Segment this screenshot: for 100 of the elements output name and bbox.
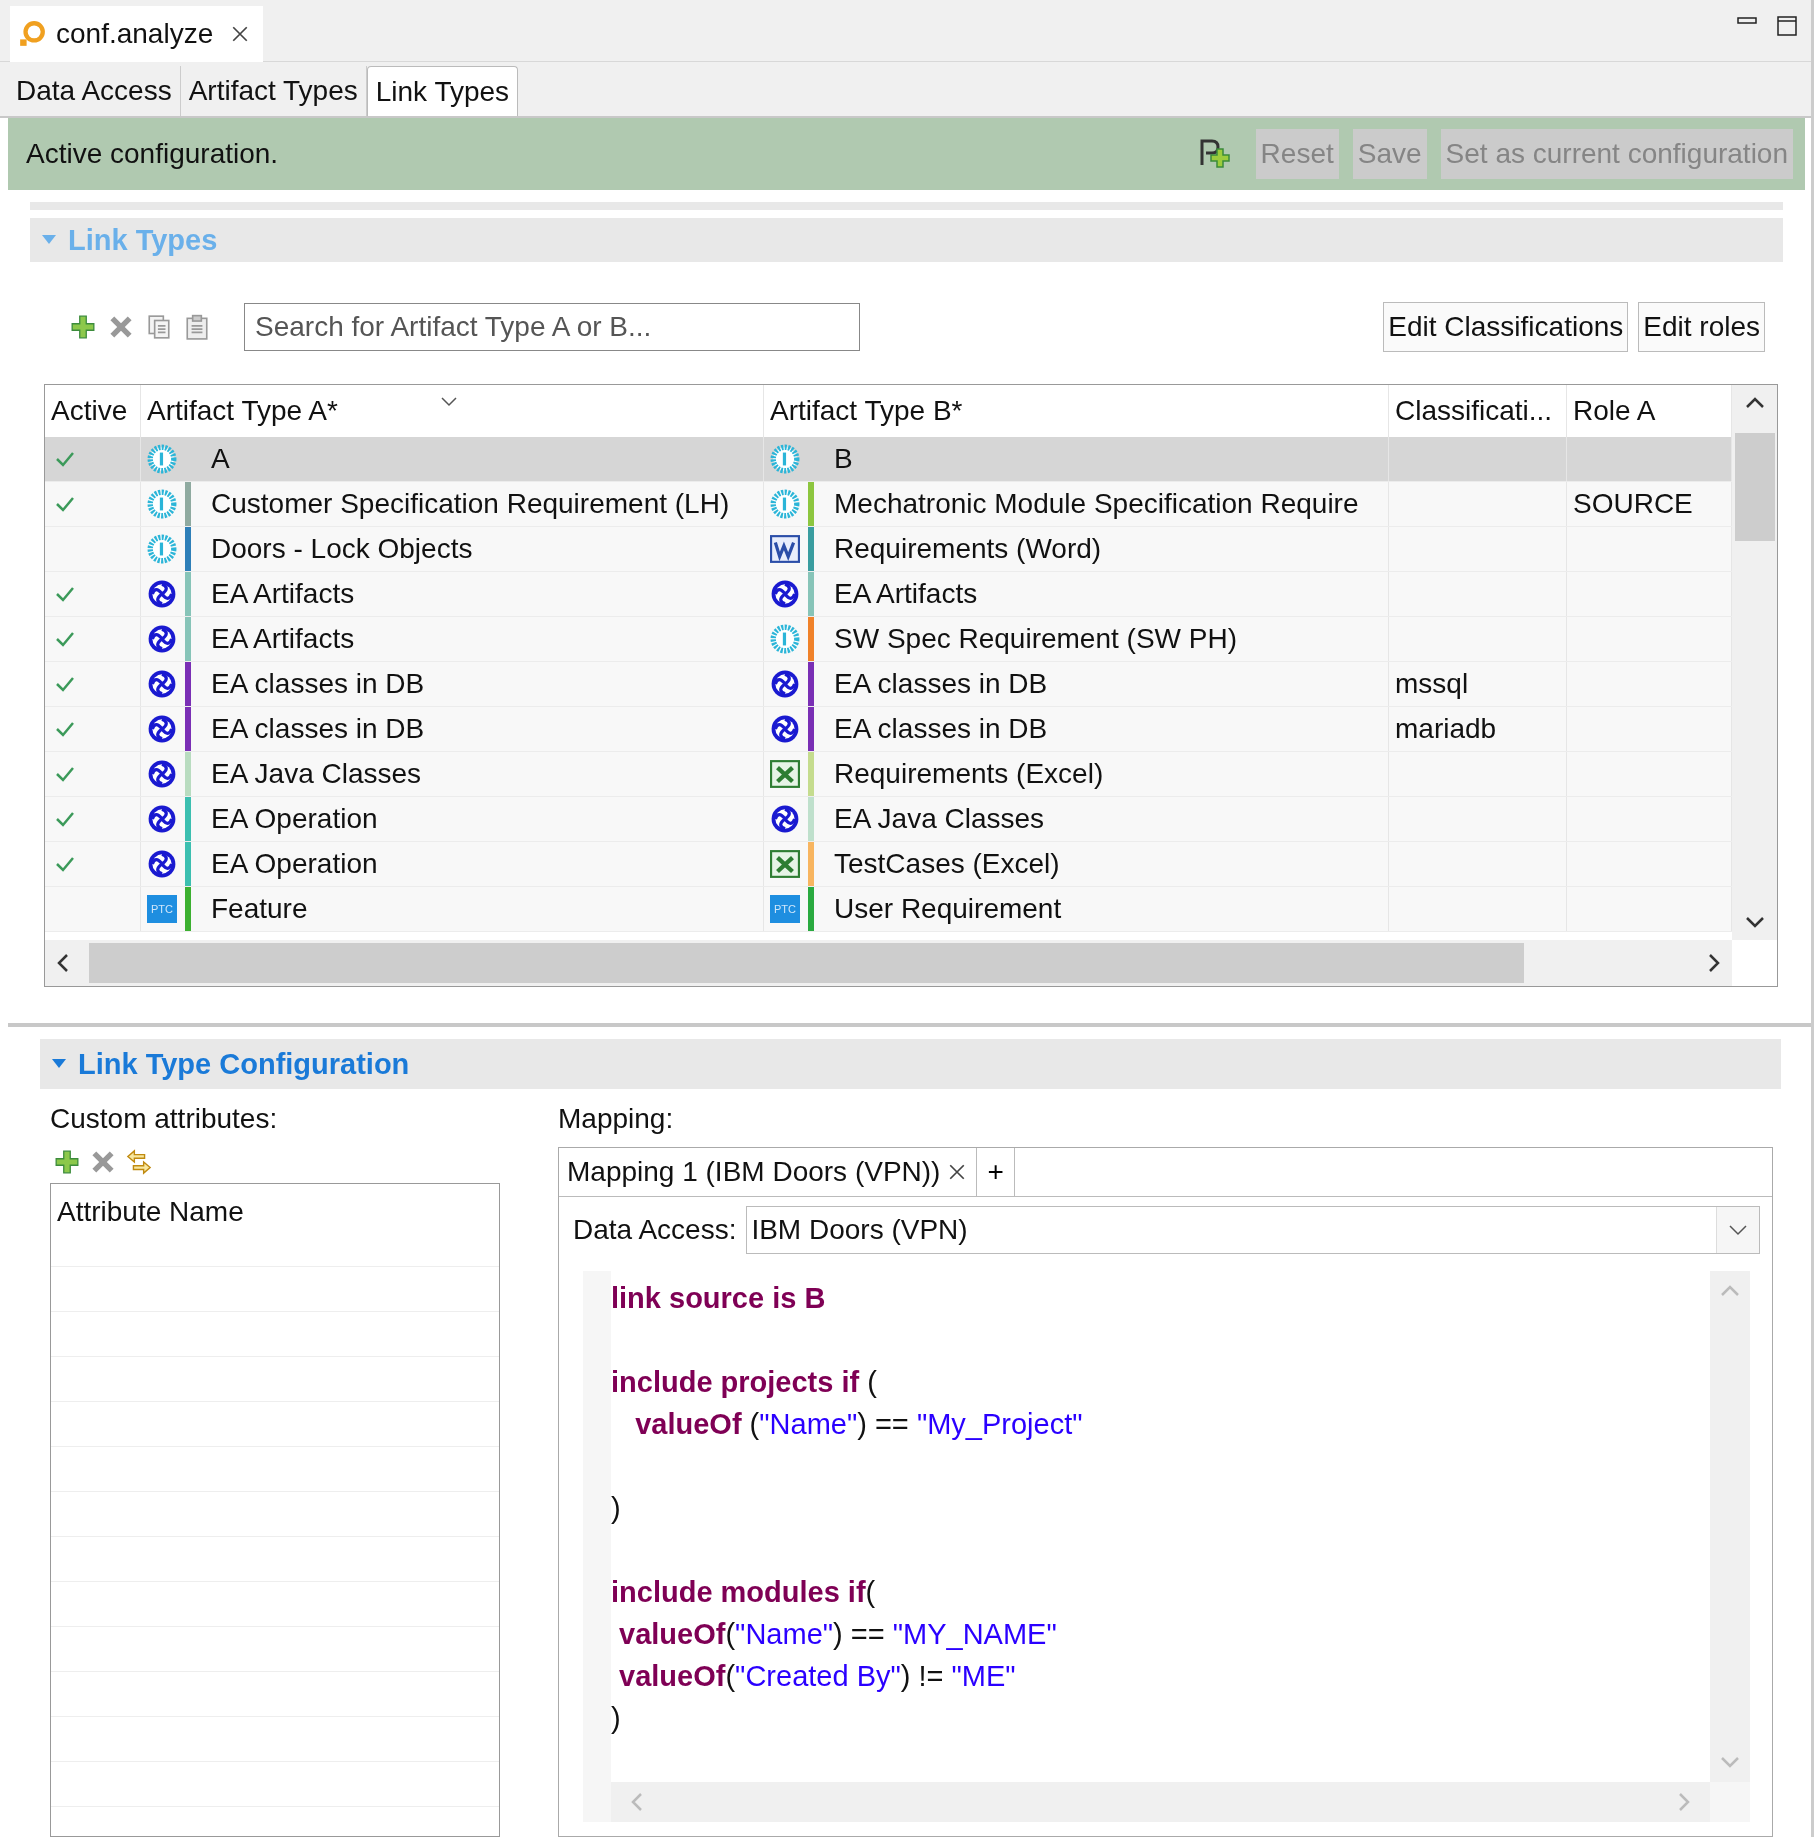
search-field[interactable]: Search for Artifact Type A or B... <box>244 303 860 351</box>
triangle-icon[interactable] <box>52 1059 66 1069</box>
magnifier-icon <box>18 19 46 48</box>
column-header[interactable]: Attribute Name <box>51 1184 499 1242</box>
table-cell: mariadb <box>1395 713 1497 745</box>
table-cell: EA classes in DB <box>211 713 425 745</box>
table-row[interactable]: EA Operation EA Java Classes <box>45 797 1732 842</box>
check-icon[interactable] <box>55 766 75 782</box>
table-cell: User Requirement <box>834 893 1062 925</box>
table-cell: EA Artifacts <box>834 578 978 610</box>
check-icon[interactable] <box>55 676 75 692</box>
delete-icon[interactable] <box>108 314 134 340</box>
swirl-icon <box>770 714 800 744</box>
table-row[interactable]: Doors - Lock Objects Requirements (Word) <box>45 527 1732 572</box>
editor-tab[interactable]: conf.analyze <box>10 5 264 62</box>
swirl-icon <box>770 804 800 834</box>
scrollbar-thumb[interactable] <box>1734 433 1775 541</box>
spreadsheet-icon <box>770 849 800 879</box>
table-cell: EA Java Classes <box>211 758 422 790</box>
swap-arrows-icon[interactable] <box>126 1149 152 1175</box>
horizontal-scrollbar[interactable] <box>45 940 1732 986</box>
table-cell: Customer Specification Requirement (LH) <box>211 488 730 520</box>
code-line: ) <box>611 1491 622 1526</box>
data-access-dropdown[interactable]: IBM Doors (VPN) <box>746 1206 1760 1254</box>
code-line: valueOf("Created By") != "ME" <box>618 1659 1017 1694</box>
editor-tab-title: conf.analyze <box>56 17 214 50</box>
table-cell: EA Operation <box>211 803 378 835</box>
table-cell: SOURCE <box>1573 488 1693 520</box>
code-line: valueOf("Name") == "MY_NAME" <box>618 1617 1058 1652</box>
chevron-down-icon[interactable] <box>1744 916 1765 928</box>
edit-button[interactable]: Edit Classifications <box>1383 302 1629 352</box>
maximize-icon[interactable] <box>1777 15 1797 36</box>
table-row[interactable]: EA classes in DB EA classes in DB mariadb <box>45 707 1732 752</box>
ring-icon <box>770 624 800 654</box>
swirl-icon <box>147 849 177 879</box>
close-icon[interactable] <box>231 24 250 43</box>
table-row[interactable]: A B <box>45 437 1732 482</box>
add-icon[interactable] <box>70 314 96 340</box>
add-icon[interactable] <box>54 1149 80 1175</box>
table-row[interactable]: Customer Specification Requirement (LH) Mechatronic Module Specification Require SOURCE <box>45 482 1732 527</box>
scrollbar-thumb[interactable] <box>89 943 1524 983</box>
table-cell: EA classes in DB <box>834 668 1048 700</box>
code-line: valueOf ("Name") == "My_Project" <box>634 1407 1084 1442</box>
swirl-icon <box>770 579 800 609</box>
table-cell: TestCases (Excel) <box>834 848 1060 880</box>
table-row[interactable]: EA classes in DB EA classes in DB mssql <box>45 662 1732 707</box>
triangle-icon[interactable] <box>42 235 56 245</box>
field-label: Data Access: <box>573 1214 737 1246</box>
swirl-icon <box>147 624 177 654</box>
check-icon[interactable] <box>55 856 75 872</box>
section-header[interactable]: Link Type Configuration <box>40 1039 1781 1089</box>
check-icon[interactable] <box>55 496 75 512</box>
field-label: Custom attributes: <box>50 1102 279 1136</box>
check-icon[interactable] <box>55 631 75 647</box>
table-cell: EA Operation <box>211 848 378 880</box>
ring-icon <box>770 489 800 519</box>
check-icon[interactable] <box>55 451 75 467</box>
paste-icon[interactable] <box>184 314 210 340</box>
table-cell: Requirements (Word) <box>834 533 1102 565</box>
delete-icon[interactable] <box>90 1149 116 1175</box>
logo-icon: PTC <box>147 895 177 923</box>
chevron-right-icon[interactable] <box>1708 953 1720 973</box>
chevron-left-icon[interactable] <box>57 953 69 973</box>
check-icon[interactable] <box>55 721 75 737</box>
chevron-down-icon[interactable] <box>1728 1224 1748 1236</box>
check-icon[interactable] <box>55 586 75 602</box>
table-cell: EA classes in DB <box>834 713 1048 745</box>
copy-icon[interactable] <box>146 314 172 340</box>
swirl-icon <box>147 714 177 744</box>
minimize-icon[interactable] <box>1737 15 1757 26</box>
table-cell: SW Spec Requirement (SW PH) <box>834 623 1237 655</box>
swirl-icon <box>147 759 177 789</box>
table-cell: EA classes in DB <box>211 668 425 700</box>
table-row[interactable]: EA Operation TestCases (Excel) <box>45 842 1732 887</box>
table-row[interactable]: EA Artifacts EA Artifacts <box>45 572 1732 617</box>
table-cell: A <box>211 443 230 475</box>
table-cell: Doors - Lock Objects <box>211 533 473 565</box>
logo-icon: PTC <box>770 895 800 923</box>
close-icon[interactable] <box>948 1163 967 1181</box>
code-line: include projects if ( <box>611 1365 878 1400</box>
table-cell: EA Java Classes <box>834 803 1045 835</box>
section-title: Link Types <box>68 223 218 257</box>
table-row[interactable]: EA Java Classes Requirements (Excel) <box>45 752 1732 797</box>
chevron-up-icon[interactable] <box>1744 397 1765 409</box>
page-tab[interactable]: Link Types <box>366 66 519 116</box>
table-cell: Feature <box>211 893 308 925</box>
code-line: include modules if( <box>611 1575 877 1610</box>
swirl-icon <box>147 579 177 609</box>
chevron-down-icon[interactable] <box>441 397 457 407</box>
table-row[interactable]: EA Artifacts SW Spec Requirement (SW PH) <box>45 617 1732 662</box>
vertical-scrollbar[interactable] <box>1732 385 1777 940</box>
ring-icon <box>147 534 177 564</box>
check-icon[interactable] <box>55 811 75 827</box>
table-row[interactable]: PTC Feature PTC User Requirement <box>45 887 1732 932</box>
spreadsheet-icon <box>770 759 800 789</box>
document-icon <box>770 534 800 564</box>
edit-button[interactable]: Edit roles <box>1638 302 1765 352</box>
status-message: Active configuration. <box>26 138 280 170</box>
table-cell: Requirements (Excel) <box>834 758 1104 790</box>
tab-label: Mapping 1 (IBM Doors (VPN)) <box>567 1156 941 1188</box>
